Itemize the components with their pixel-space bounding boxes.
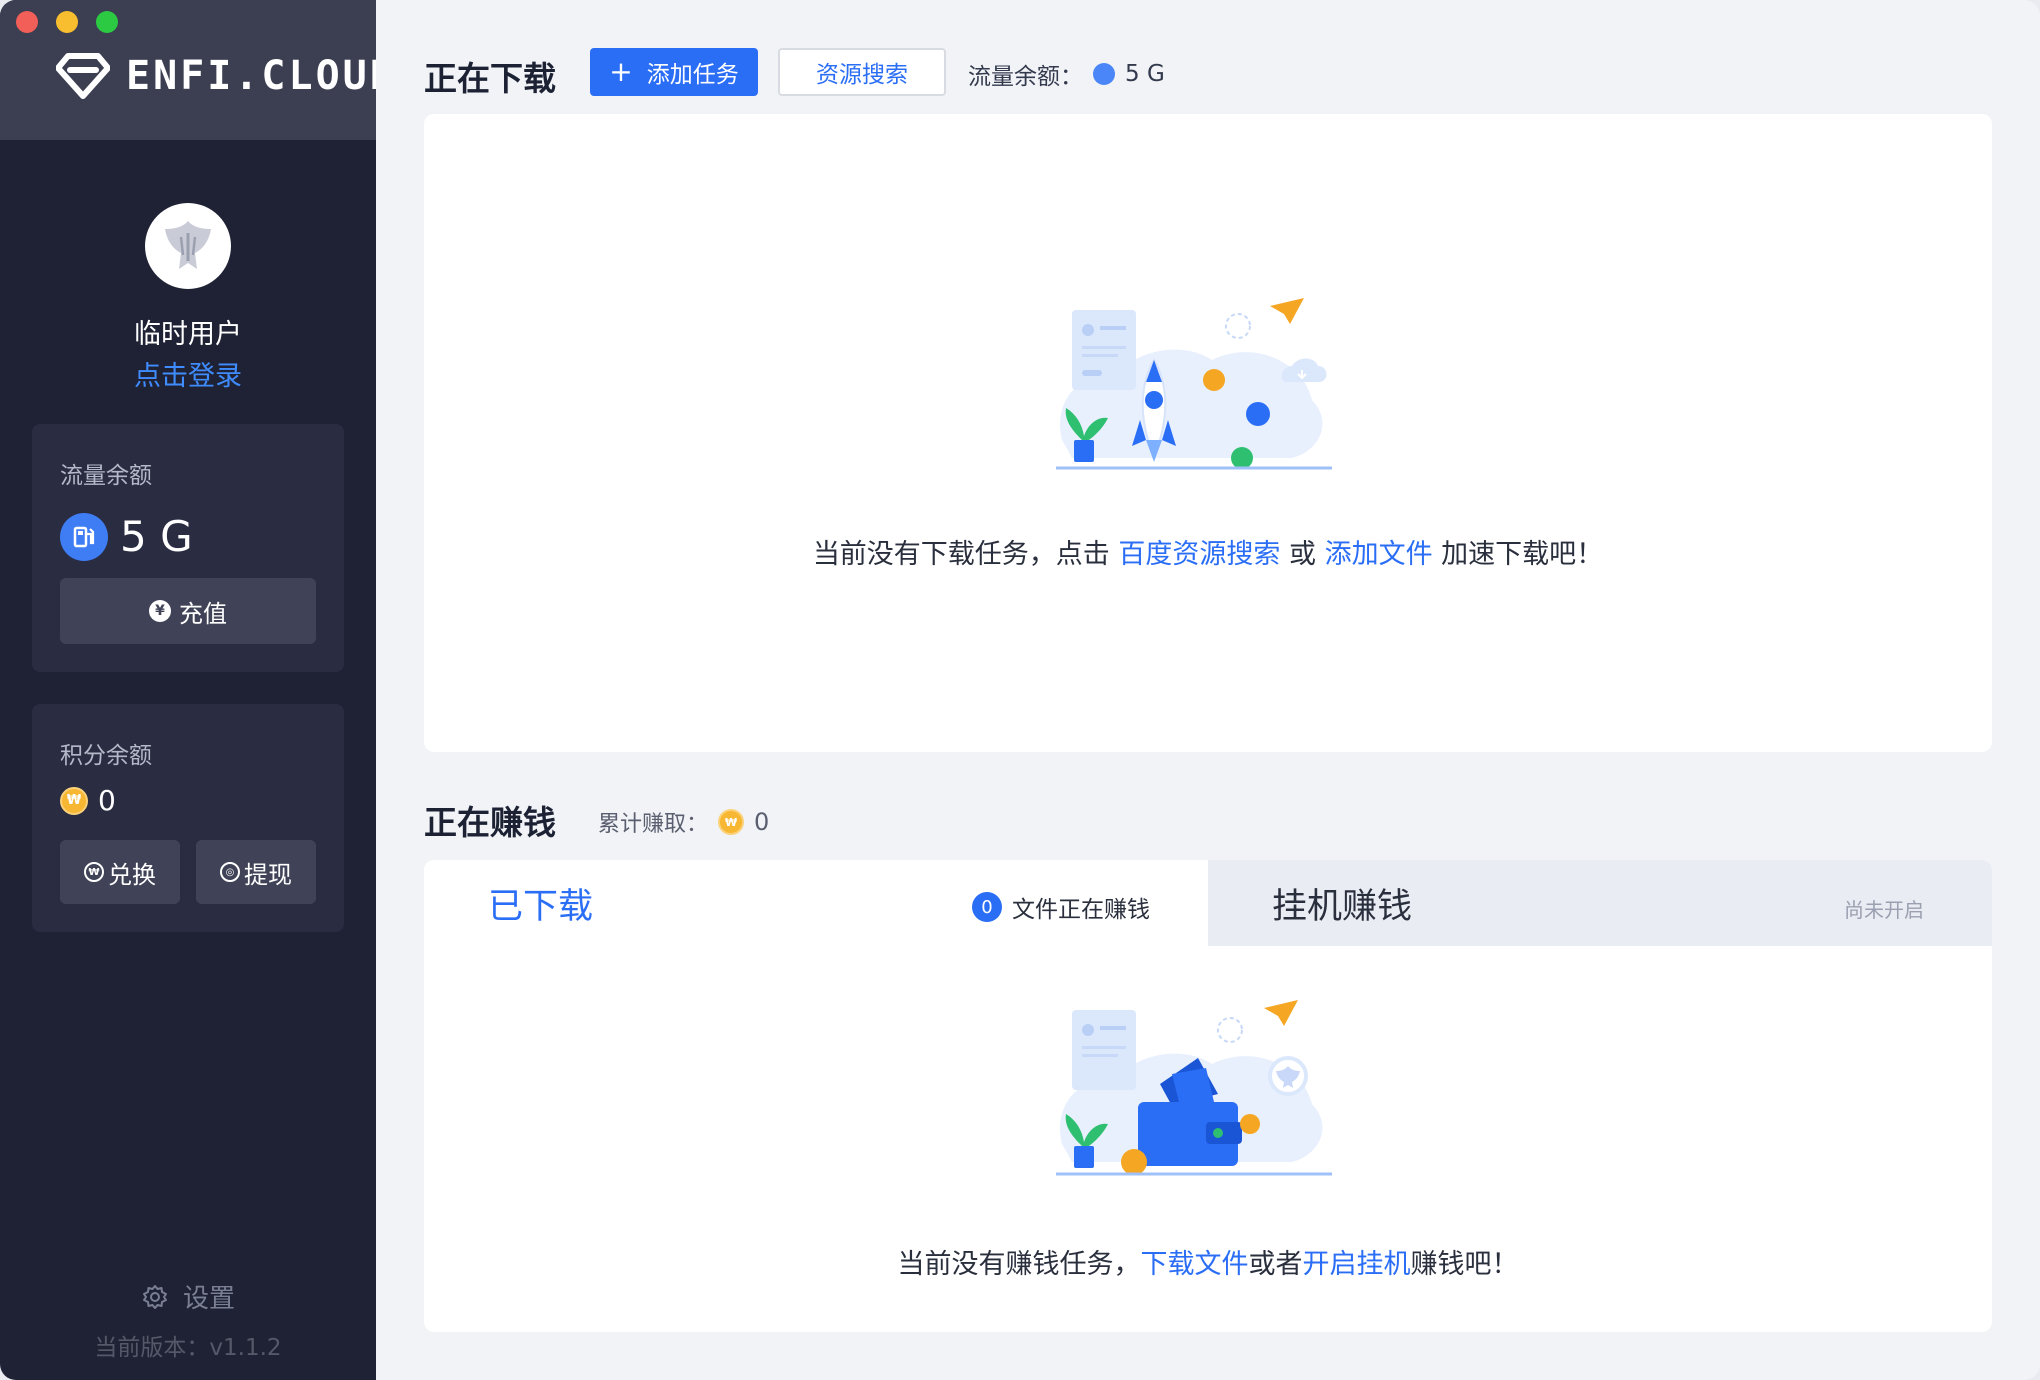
earned-value: 0 — [754, 808, 770, 836]
downloading-title: 正在下载 — [424, 59, 556, 98]
tab-idle-earning[interactable]: 挂机赚钱 尚未开启 — [1208, 860, 1992, 946]
files-earning-label: 文件正在赚钱 — [1012, 897, 1150, 923]
wallet-illustration — [1056, 1000, 1332, 1176]
tab-downloaded-label: 已下载 — [488, 887, 594, 927]
tab-downloaded[interactable]: 已下载 0 文件正在赚钱 — [424, 860, 1208, 946]
download-empty-suffix: 加速下载吧！ — [1432, 539, 1604, 570]
recharge-label: 充值 — [179, 599, 227, 628]
earning-empty-prefix: 当前没有赚钱任务， — [897, 1249, 1141, 1280]
baidu-search-link[interactable]: 百度资源搜索 — [1118, 539, 1280, 570]
withdraw-label: 提现 — [244, 860, 292, 889]
add-file-link[interactable]: 添加文件 — [1325, 539, 1433, 570]
eagle-avatar-icon — [165, 221, 211, 269]
add-task-label: 添加任务 — [646, 62, 739, 88]
download-empty-message: 当前没有下载任务，点击 百度资源搜索 或 添加文件 加速下载吧！ — [424, 532, 1992, 571]
recharge-button[interactable]: ¥ 充值 — [60, 578, 316, 644]
fuel-mini-icon — [1093, 63, 1115, 85]
coin-icon: ₩ — [718, 809, 745, 835]
withdraw-coin-icon: ◎ — [220, 862, 240, 882]
rocket-illustration — [1056, 298, 1332, 470]
earning-panel: 已下载 0 文件正在赚钱 挂机赚钱 尚未开启 当前没有赚钱任务，下载文件或者开启… — [424, 860, 1992, 1332]
flow-balance-label: 流量余额 — [60, 463, 152, 489]
points-balance-card: 积分余额 ₩ 0 ₩ 兑换 ◎ 提现 — [32, 704, 344, 932]
earning-empty-message: 当前没有赚钱任务，下载文件或者开启挂机赚钱吧！ — [424, 1242, 1992, 1281]
earning-title: 正在赚钱 — [424, 803, 556, 842]
sidebar-header: ENFI.CLOUD — [0, 0, 376, 140]
tab-idle-label: 挂机赚钱 — [1272, 887, 1413, 927]
flow-balance-card: 流量余额 5 G ¥ 充值 — [32, 424, 344, 672]
points-balance-amount: 0 — [98, 784, 116, 817]
files-count-badge: 0 — [972, 892, 1002, 922]
gear-icon — [142, 1284, 167, 1309]
earning-tabs: 已下载 0 文件正在赚钱 挂机赚钱 尚未开启 — [424, 860, 1992, 946]
resource-search-button[interactable]: 资源搜索 — [778, 48, 946, 96]
idle-status: 尚未开启 — [1844, 898, 1924, 922]
earned-label: 累计赚取： — [598, 812, 709, 837]
minimize-window-button[interactable] — [56, 11, 78, 33]
user-name: 临时用户 — [134, 319, 242, 350]
settings-button[interactable]: 设置 — [0, 1278, 376, 1315]
close-window-button[interactable] — [16, 11, 38, 33]
version-label: 当前版本：v1.1.2 — [94, 1335, 282, 1361]
login-link[interactable]: 点击登录 — [0, 354, 376, 393]
points-balance-label: 积分余额 — [60, 743, 152, 769]
download-file-link[interactable]: 下载文件 — [1141, 1249, 1249, 1280]
flow-balance-value: 5 G — [60, 512, 193, 561]
settings-label: 设置 — [182, 1284, 235, 1314]
exchange-coin-icon: ₩ — [84, 862, 104, 882]
fuel-icon — [60, 512, 108, 561]
points-balance-value: ₩ 0 — [60, 784, 116, 817]
add-task-button[interactable]: + 添加任务 — [590, 48, 758, 96]
maximize-window-button[interactable] — [96, 11, 118, 33]
sidebar: ENFI.CLOUD 临时用户 点击登录 流量余额 5 G ¥ 充值 积分余额 … — [0, 0, 376, 1380]
flow-info: 流量余额： 5 G — [968, 57, 1165, 91]
earned-info: 累计赚取： ₩ 0 — [598, 806, 769, 838]
flow-info-value: 5 G — [1125, 61, 1165, 87]
download-panel: 当前没有下载任务，点击 百度资源搜索 或 添加文件 加速下载吧！ — [424, 114, 1992, 752]
flow-info-label: 流量余额： — [968, 64, 1083, 90]
exchange-button[interactable]: ₩ 兑换 — [60, 840, 180, 904]
yen-icon: ¥ — [149, 600, 171, 622]
diamond-logo-icon — [56, 53, 110, 99]
earning-empty-middle: 或者 — [1248, 1249, 1303, 1280]
download-empty-prefix: 当前没有下载任务，点击 — [812, 539, 1119, 570]
earning-empty-suffix: 赚钱吧！ — [1410, 1249, 1519, 1280]
avatar[interactable] — [145, 203, 231, 289]
app-logo: ENFI.CLOUD — [56, 52, 376, 100]
withdraw-button[interactable]: ◎ 提现 — [196, 840, 316, 904]
files-earning-count: 0 文件正在赚钱 — [972, 890, 1150, 924]
start-idle-link[interactable]: 开启挂机 — [1303, 1249, 1411, 1280]
logo-text: ENFI.CLOUD — [126, 53, 376, 99]
exchange-label: 兑换 — [108, 860, 156, 889]
main-area: 正在下载 + 添加任务 资源搜索 流量余额： 5 G 当前没有下载任务，点击 百… — [376, 0, 2040, 1380]
coin-icon: ₩ — [60, 786, 88, 815]
plus-icon: + — [609, 55, 633, 88]
flow-balance-amount: 5 G — [120, 512, 193, 561]
download-empty-middle: 或 — [1280, 539, 1325, 570]
